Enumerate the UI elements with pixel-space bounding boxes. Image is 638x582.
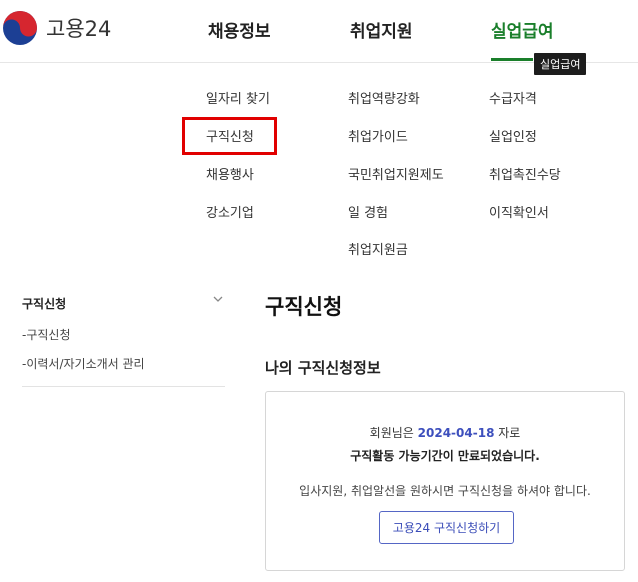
sidebar-title[interactable]: 구직신청 (22, 295, 66, 312)
nav-item-unemployment-benefit[interactable]: 실업급여 (491, 17, 554, 42)
notice-line-3: 입사지원, 취업알선을 원하시면 구직신청을 하셔야 합니다. (299, 484, 591, 498)
notice-prefix: 회원님은 (369, 426, 418, 440)
menu-link-reemployment-allowance[interactable]: 취업촉진수당 (489, 164, 561, 183)
notice-line-2: 구직활동 가능기간이 만료되었습니다. (350, 449, 540, 463)
highlight-box (182, 117, 277, 155)
menu-link-strong-small-companies[interactable]: 강소기업 (206, 202, 254, 221)
chevron-down-icon[interactable] (211, 292, 225, 306)
notice-box: 회원님은 2024-04-18 자로 구직활동 가능기간이 만료되었습니다. 입… (265, 391, 625, 571)
nav-item-recruit-info[interactable]: 채용정보 (208, 17, 271, 42)
sidebar-item-resume-management[interactable]: -이력서/자기소개서 관리 (22, 355, 145, 372)
sidebar-divider (22, 386, 225, 387)
menu-link-job-search[interactable]: 일자리 찾기 (206, 88, 270, 107)
menu-link-competency[interactable]: 취업역량강화 (348, 88, 420, 107)
menu-link-work-experience[interactable]: 일 경험 (348, 202, 388, 221)
apply-job-button[interactable]: 고용24 구직신청하기 (379, 511, 514, 544)
expiry-date: 2024-04-18 (417, 426, 495, 440)
nav-item-job-support[interactable]: 취업지원 (350, 17, 413, 42)
nav-active-underline (491, 58, 533, 61)
menu-link-unemployment-recognition[interactable]: 실업인정 (489, 126, 537, 145)
menu-link-job-guide[interactable]: 취업가이드 (348, 126, 408, 145)
page-title: 구직신청 (265, 295, 343, 319)
menu-link-hiring-events[interactable]: 채용행사 (206, 164, 254, 183)
section-title: 나의 구직신청정보 (265, 359, 381, 377)
menu-link-separation-confirmation[interactable]: 이직확인서 (489, 202, 549, 221)
logo-text: 고용24 (46, 17, 112, 41)
sidebar-item-job-application[interactable]: -구직신청 (22, 326, 71, 343)
menu-link-national-employment-support[interactable]: 국민취업지원제도 (348, 164, 444, 183)
taegeuk-logo-icon (3, 11, 37, 45)
nav-tooltip: 실업급여 (534, 53, 587, 75)
notice-suffix: 자로 (494, 426, 521, 440)
notice-line-1: 회원님은 2024-04-18 자로 (266, 424, 624, 441)
menu-link-eligibility[interactable]: 수급자격 (489, 88, 537, 107)
menu-link-employment-subsidy[interactable]: 취업지원금 (348, 239, 408, 258)
site-logo[interactable]: 고용24 (2, 10, 111, 46)
